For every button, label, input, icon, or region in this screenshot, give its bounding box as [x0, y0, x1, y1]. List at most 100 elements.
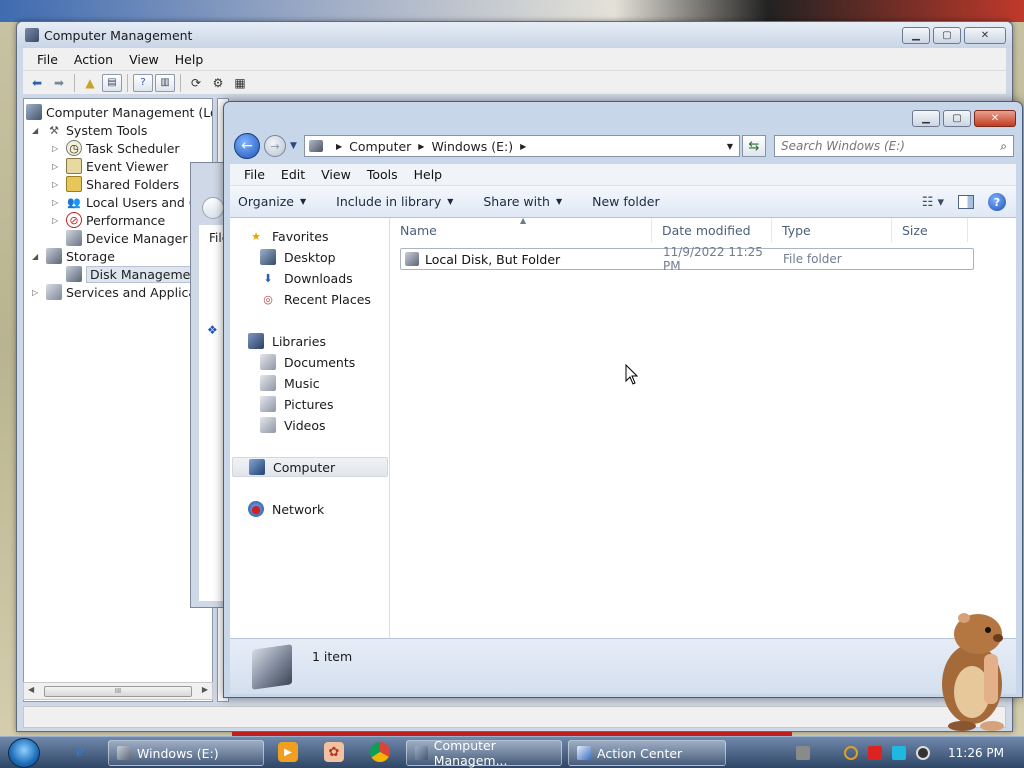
- nav-favorites[interactable]: ★ Favorites: [248, 226, 328, 246]
- expand-arrow-icon[interactable]: ▷: [52, 162, 62, 171]
- explorer-close-button[interactable]: ✕: [974, 110, 1016, 127]
- tree-item-disk-management[interactable]: Disk Management: [66, 265, 208, 283]
- expand-arrow-icon[interactable]: ▷: [52, 198, 62, 207]
- nav-videos[interactable]: Videos: [260, 415, 326, 435]
- taskbar-item-computer-management[interactable]: Computer Managem...: [406, 738, 562, 768]
- cm-titlebar[interactable]: Computer Management ▁ ▢ ✕: [17, 22, 1012, 48]
- taskbar-item-action-center[interactable]: Action Center: [568, 740, 726, 766]
- column-header-type[interactable]: Type: [772, 218, 892, 242]
- explorer-menu-edit[interactable]: Edit: [273, 167, 313, 182]
- back-button[interactable]: ←: [234, 133, 260, 159]
- tray-flag-icon[interactable]: [868, 746, 882, 760]
- address-bar[interactable]: ▶ Computer ▶ Windows (E:) ▶ ▼: [304, 135, 740, 157]
- cm-menu-help[interactable]: Help: [167, 52, 212, 67]
- organize-button[interactable]: Organize ▼: [238, 194, 306, 209]
- breadcrumb-separator-icon[interactable]: ▶: [418, 142, 424, 151]
- tree-item-task-scheduler[interactable]: ▷ ◷ Task Scheduler: [52, 139, 180, 157]
- cm-menu-file[interactable]: File: [29, 52, 66, 67]
- new-folder-button[interactable]: New folder: [592, 194, 660, 209]
- scroll-thumb[interactable]: III: [44, 686, 192, 697]
- nav-music[interactable]: Music: [260, 373, 320, 393]
- recent-pages-dropdown-icon[interactable]: ▼: [290, 141, 297, 151]
- explorer-menu-help[interactable]: Help: [406, 167, 451, 182]
- expand-arrow-icon[interactable]: ▷: [52, 144, 62, 153]
- address-dropdown-icon[interactable]: ▼: [727, 142, 733, 151]
- tree-item-root[interactable]: Computer Management (Local: [26, 103, 212, 121]
- expand-arrow-icon[interactable]: ▷: [32, 288, 42, 297]
- tray-network-icon[interactable]: [892, 746, 906, 760]
- refresh-button[interactable]: ⇆: [742, 135, 766, 157]
- nav-recent-places[interactable]: ◎ Recent Places: [260, 289, 371, 309]
- forward-button[interactable]: →: [264, 135, 286, 157]
- nav-libraries[interactable]: Libraries: [248, 331, 326, 351]
- cm-maximize-button[interactable]: ▢: [933, 27, 961, 44]
- change-view-icon[interactable]: ☷ ▾: [922, 195, 944, 210]
- back-arrow-icon[interactable]: ⬅: [27, 74, 47, 92]
- nav-desktop[interactable]: Desktop: [260, 247, 336, 267]
- share-with-button[interactable]: Share with ▼: [483, 194, 562, 209]
- nav-documents[interactable]: Documents: [260, 352, 355, 372]
- column-header-date-modified[interactable]: Date modified: [652, 218, 772, 242]
- properties-icon[interactable]: ⚙: [208, 74, 228, 92]
- tree-item-local-users[interactable]: ▷ 👥 Local Users and Gro: [52, 193, 211, 211]
- cm-menu-action[interactable]: Action: [66, 52, 121, 67]
- tree-item-system-tools[interactable]: ◢ ⚒ System Tools: [32, 121, 147, 139]
- nav-computer[interactable]: Computer: [232, 457, 388, 477]
- export-icon[interactable]: ▦: [230, 74, 250, 92]
- tray-volume-icon[interactable]: [916, 746, 930, 760]
- cm-horizontal-scrollbar[interactable]: ◀ III ▶: [23, 682, 213, 700]
- include-in-library-button[interactable]: Include in library ▼: [336, 194, 453, 209]
- breadcrumb-computer[interactable]: Computer: [349, 139, 411, 154]
- breadcrumb-separator-icon[interactable]: ▶: [520, 142, 526, 151]
- tray-search-icon[interactable]: [844, 746, 858, 760]
- explorer-menu-file[interactable]: File: [236, 167, 273, 182]
- explorer-menu-view[interactable]: View: [313, 167, 359, 182]
- start-button[interactable]: [8, 738, 40, 768]
- help-icon[interactable]: ?: [988, 193, 1006, 211]
- tree-item-storage[interactable]: ◢ Storage: [32, 247, 115, 265]
- expand-arrow-icon[interactable]: ▷: [52, 180, 62, 189]
- explorer-maximize-button[interactable]: ▢: [943, 110, 971, 127]
- internet-explorer-icon[interactable]: ℯ: [70, 742, 90, 762]
- nav-pictures[interactable]: Pictures: [260, 394, 334, 414]
- collapse-arrow-icon[interactable]: ◢: [32, 252, 42, 261]
- cm-minimize-button[interactable]: ▁: [902, 27, 930, 44]
- search-input[interactable]: [781, 139, 991, 153]
- help-icon[interactable]: ?: [133, 73, 153, 92]
- tree-item-event-viewer[interactable]: ▷ Event Viewer: [52, 157, 168, 175]
- show-hide-action-pane-icon[interactable]: ▥: [155, 73, 175, 92]
- nav-downloads[interactable]: ⬇ Downloads: [260, 268, 352, 288]
- search-icon[interactable]: ⌕: [1000, 139, 1007, 154]
- explorer-minimize-button[interactable]: ▁: [912, 110, 940, 127]
- tray-app-icon[interactable]: [796, 746, 810, 760]
- taskbar-clock[interactable]: 11:26 PM: [948, 746, 1004, 760]
- tree-item-services[interactable]: ▷ Services and Applicatio: [32, 283, 212, 301]
- column-header-name[interactable]: ▲ Name: [390, 216, 652, 242]
- expand-arrow-icon[interactable]: ▷: [52, 216, 62, 225]
- refresh-icon[interactable]: ⟳: [186, 74, 206, 92]
- nav-network[interactable]: ● Network: [248, 499, 324, 519]
- file-row[interactable]: Local Disk, But Folder 11/9/2022 11:25 P…: [400, 245, 974, 273]
- scroll-right-arrow-icon[interactable]: ▶: [202, 685, 208, 694]
- scroll-left-arrow-icon[interactable]: ◀: [28, 685, 34, 694]
- column-header-size[interactable]: Size: [892, 218, 968, 242]
- breadcrumb-windows-e[interactable]: Windows (E:): [431, 139, 513, 154]
- preview-pane-icon[interactable]: [958, 195, 974, 209]
- taskbar-item-explorer[interactable]: Windows (E:): [108, 740, 264, 766]
- explorer-menu-tools[interactable]: Tools: [359, 167, 406, 182]
- show-hide-tree-icon[interactable]: ▤: [102, 73, 122, 92]
- media-player-icon[interactable]: ▶: [278, 742, 298, 762]
- tree-item-device-manager[interactable]: Device Manager: [66, 229, 188, 247]
- cm-close-button[interactable]: ✕: [964, 27, 1006, 44]
- tree-item-performance[interactable]: ▷ ⊘ Performance: [52, 211, 165, 229]
- explorer-titlebar[interactable]: ▁ ▢ ✕: [224, 102, 1022, 132]
- cm-menu-view[interactable]: View: [121, 52, 167, 67]
- collapse-arrow-icon[interactable]: ◢: [32, 126, 42, 135]
- search-box[interactable]: ⌕: [774, 135, 1014, 157]
- breadcrumb-separator-icon[interactable]: ▶: [336, 142, 342, 151]
- chrome-icon[interactable]: [370, 742, 390, 762]
- up-folder-icon[interactable]: ▲: [80, 74, 100, 92]
- forward-arrow-icon[interactable]: ➡: [49, 74, 69, 92]
- paint-icon[interactable]: ✿: [324, 742, 344, 762]
- tree-item-shared-folders[interactable]: ▷ Shared Folders: [52, 175, 179, 193]
